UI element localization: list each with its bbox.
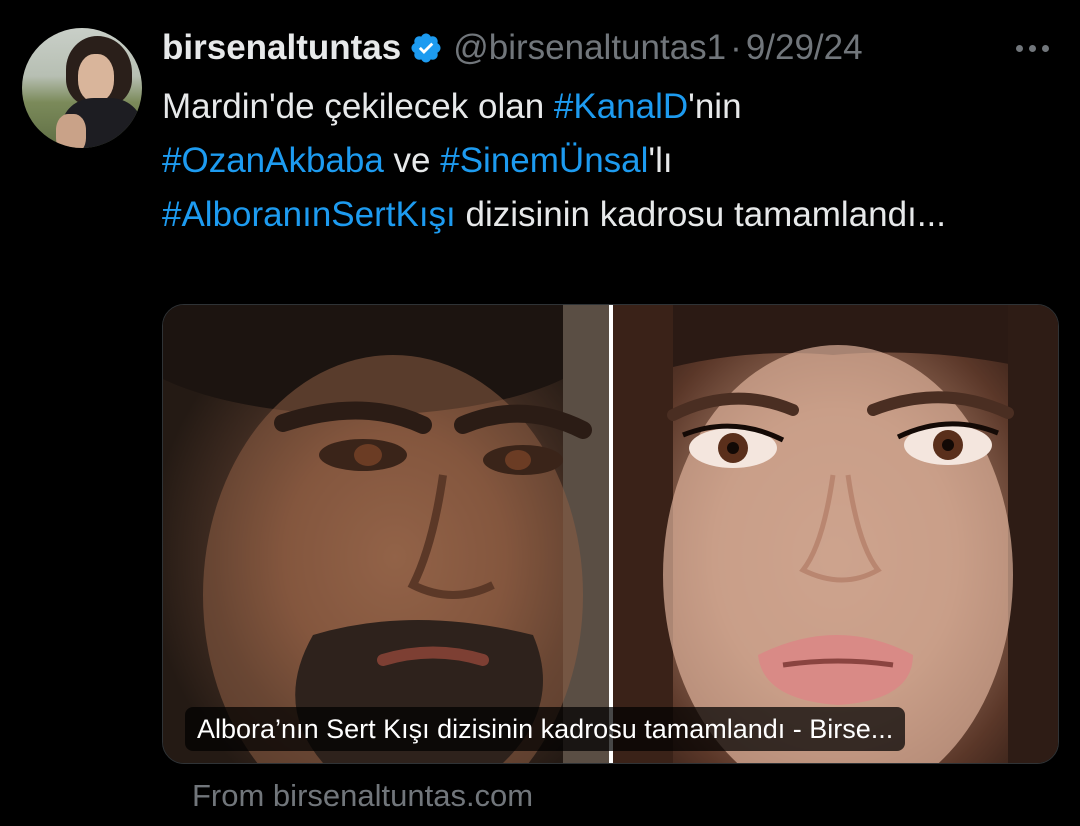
tweet-text-segment: ve: [383, 141, 441, 180]
woman-portrait-illustration: [613, 305, 1058, 763]
tweet-header: birsenaltuntas @birsenaltuntas1 · 9/29/2…: [162, 24, 863, 72]
tweet-text-segment: 'lı: [648, 141, 673, 180]
verified-badge-icon: [411, 33, 441, 63]
user-handle[interactable]: @birsenaltuntas1: [453, 24, 726, 72]
display-name[interactable]: birsenaltuntas: [162, 24, 401, 72]
avatar[interactable]: [22, 28, 142, 148]
hashtag-link[interactable]: #SinemÜnsal: [440, 141, 648, 180]
tweet-text-segment: 'nin: [688, 87, 742, 126]
card-image-right: [613, 305, 1058, 763]
avatar-arm: [56, 114, 86, 148]
tweet-date[interactable]: 9/29/24: [746, 24, 863, 72]
more-dot: [1041, 44, 1049, 52]
more-dot: [1028, 44, 1036, 52]
card-image-left: [163, 305, 609, 763]
more-dot: [1015, 44, 1023, 52]
separator-dot: ·: [730, 28, 742, 67]
more-options-icon[interactable]: [1010, 30, 1054, 66]
man-portrait-illustration: [163, 305, 609, 763]
hashtag-link[interactable]: #OzanAkbaba: [162, 141, 384, 180]
tweet-text-segment: dizisinin kadrosu tamamlandı...: [455, 195, 947, 234]
hashtag-link[interactable]: #AlboranınSertKışı: [162, 195, 456, 234]
tweet-text-segment: Mardin'de çekilecek olan: [162, 87, 554, 126]
link-card[interactable]: Albora’nın Sert Kışı dizisinin kadrosu t…: [162, 304, 1059, 764]
avatar-face: [78, 54, 114, 102]
hashtag-link[interactable]: #KanalD: [554, 87, 688, 126]
tweet-text: Mardin'de çekilecek olan #KanalD'nin #Oz…: [162, 80, 1042, 242]
link-card-caption[interactable]: Albora’nın Sert Kışı dizisinin kadrosu t…: [185, 707, 906, 751]
link-source[interactable]: From birsenaltuntas.com: [192, 774, 533, 818]
tweet[interactable]: birsenaltuntas @birsenaltuntas1 · 9/29/2…: [0, 0, 1080, 826]
